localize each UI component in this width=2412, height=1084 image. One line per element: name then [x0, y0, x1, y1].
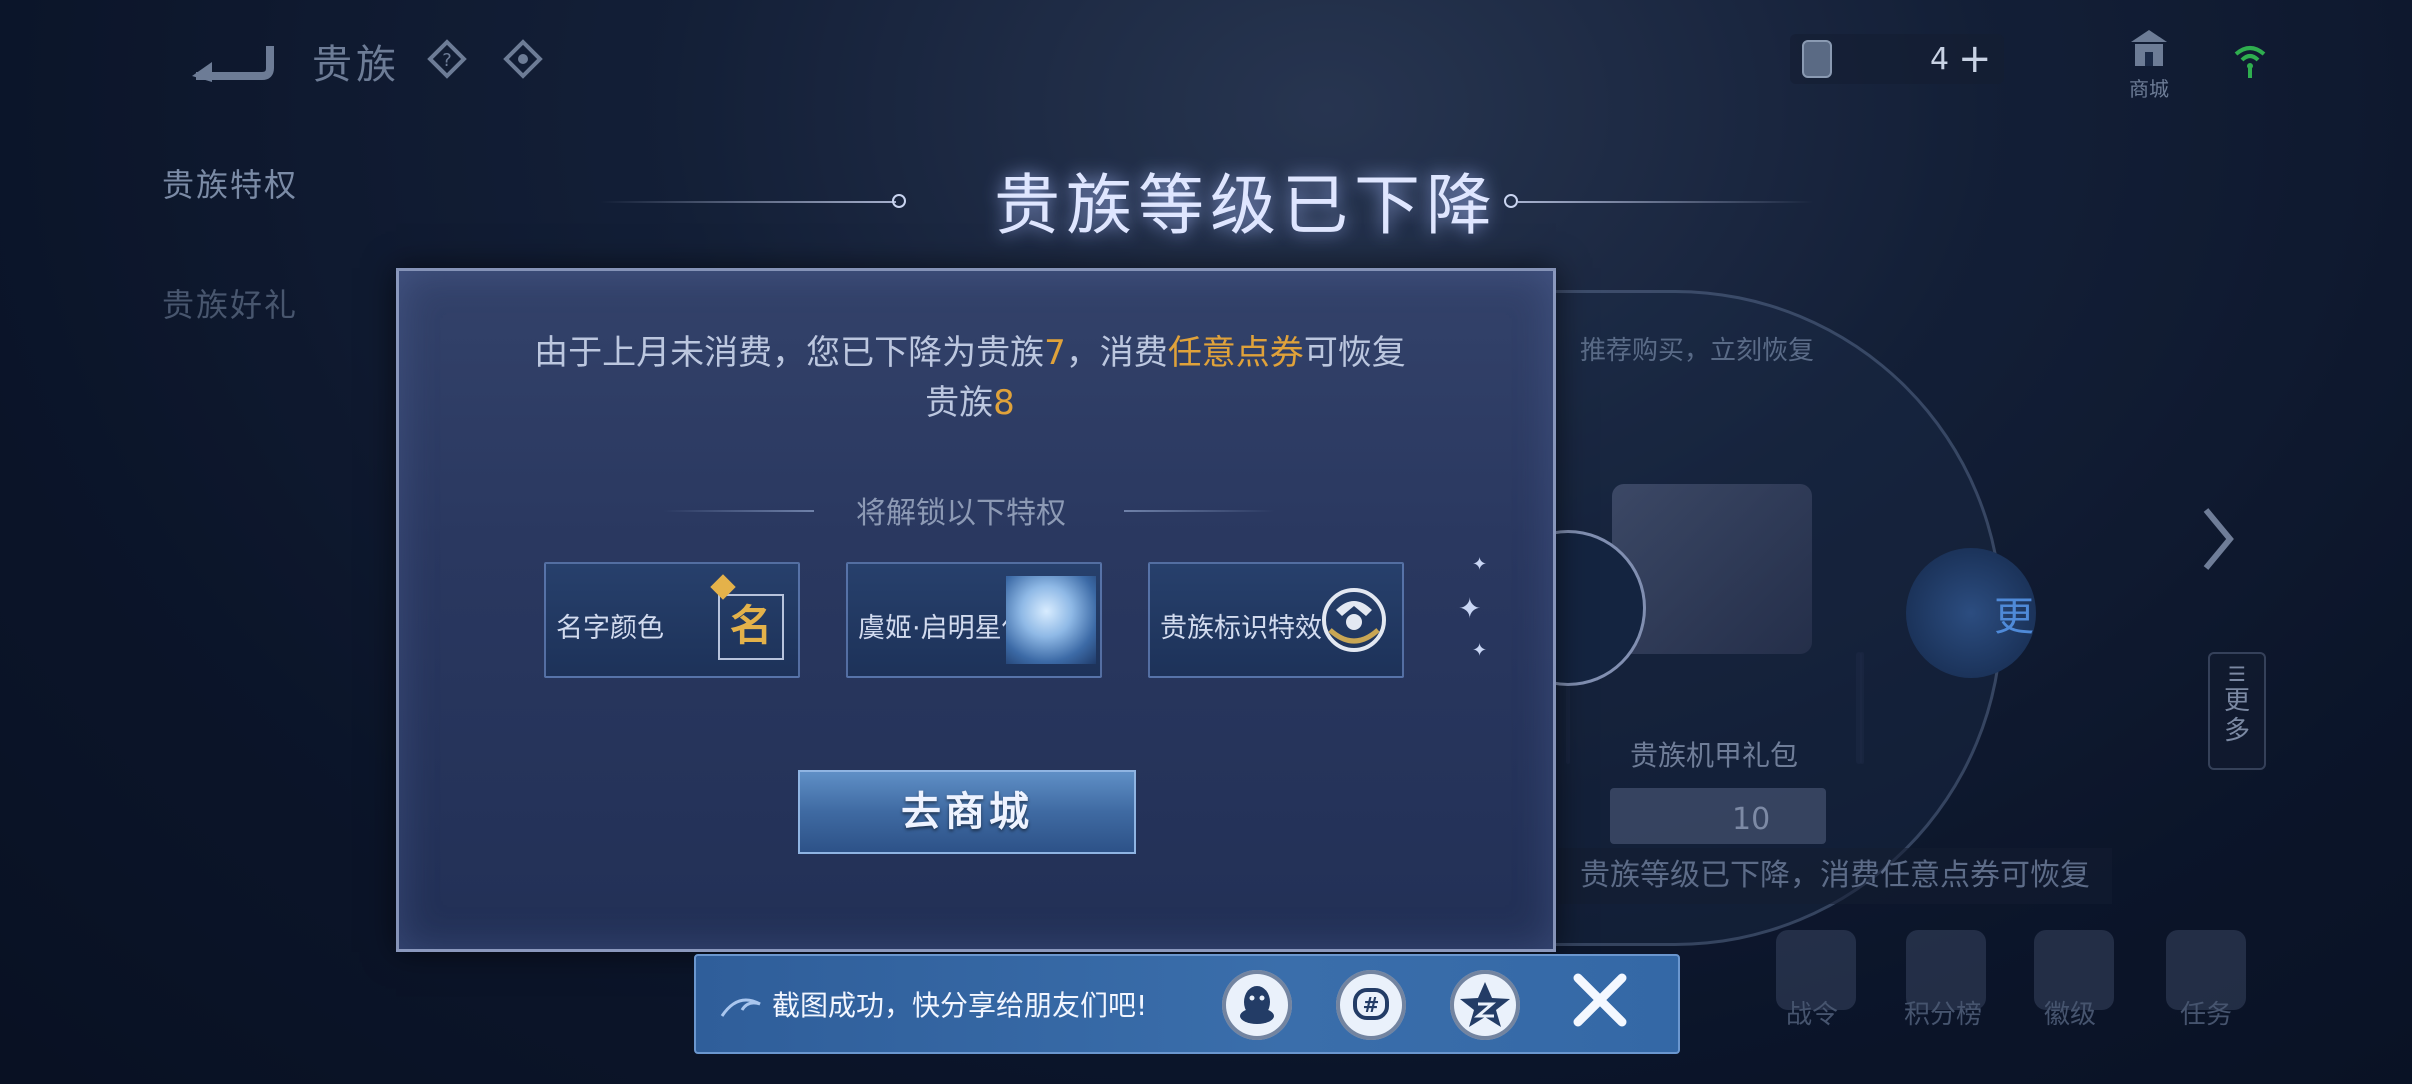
diamond-settings-icon[interactable]: [502, 38, 544, 80]
gift-pack-label: 贵族机甲礼包: [1630, 739, 1799, 772]
title-ornament-right: [1504, 194, 1518, 208]
back-arrow-icon[interactable]: [182, 38, 278, 82]
go-to-shop-button[interactable]: 去商城: [798, 770, 1136, 854]
privilege-name-color: 名字颜色 名: [544, 562, 800, 678]
moments-share-button[interactable]: #: [1336, 970, 1406, 1040]
bottom-nav-label: 战令: [1786, 1000, 1839, 1030]
sidebar-item-noble-privileges[interactable]: 贵族特权: [162, 160, 298, 206]
message-text: 可恢复: [1303, 333, 1406, 373]
voucher-count: 4: [1930, 42, 1950, 77]
privilege-label: 虞姬·启明星使: [858, 613, 1029, 644]
shop-button[interactable]: 商城: [2122, 28, 2176, 102]
qzone-share-button[interactable]: [1450, 970, 1520, 1040]
gift-price: 10: [1610, 788, 1826, 844]
paint-drop-icon: [710, 574, 736, 600]
message-text: 贵族: [925, 383, 994, 423]
page-title: 贵族: [312, 42, 400, 88]
bottom-nav-label: 徽级: [2044, 1000, 2097, 1030]
sparkle-icon: ✦: [1472, 554, 1488, 575]
noble-emblem-icon: [1322, 588, 1386, 652]
more-label: 更: [1994, 594, 2034, 640]
background-notice: 贵族等级已下降，消费任意点券可恢复: [1558, 848, 2112, 904]
svg-text:?: ?: [442, 50, 452, 71]
unlock-divider-left: [664, 510, 814, 512]
wifi-icon: [2234, 46, 2266, 78]
close-icon: [1573, 973, 1627, 1027]
wechat-moments-icon: #: [1353, 988, 1389, 1020]
more-list-button: ☰ 更多: [2208, 652, 2266, 770]
privilege-noble-emblem: 贵族标识特效: [1148, 562, 1404, 678]
hero-skin-portrait: [1006, 576, 1096, 664]
diamond-help-icon[interactable]: ?: [426, 38, 468, 80]
sparkle-icon: ✦: [1458, 592, 1482, 625]
sidebar-item-noble-gifts[interactable]: 贵族好礼: [162, 280, 298, 326]
title-divider-right: [1518, 201, 1814, 203]
name-badge-text: 名: [729, 601, 772, 650]
qzone-icon: [1460, 982, 1510, 1027]
share-message: 截图成功，快分享给朋友们吧!: [772, 989, 1148, 1022]
name-color-icon: 名: [710, 574, 784, 660]
any-voucher-highlight: 任意点券: [1167, 333, 1304, 373]
swirl-icon: [720, 998, 761, 1017]
bottom-nav-label: 积分榜: [1904, 1000, 1983, 1030]
more-list-label: 更多: [2223, 686, 2250, 746]
voucher-balance[interactable]: 4 +: [1790, 34, 2004, 84]
svg-text:#: #: [1363, 993, 1380, 1017]
list-icon: ☰: [2228, 662, 2246, 686]
background-card: [1860, 652, 1864, 764]
title-ornament-left: [892, 194, 906, 208]
privilege-label: 名字颜色: [556, 613, 664, 644]
background-banner: 推荐购买，立刻恢复: [1580, 336, 1815, 366]
close-share-button[interactable]: [1568, 968, 1632, 1032]
message-text: 由于上月未消费，您已下降为贵族: [534, 333, 1045, 373]
privilege-label: 贵族标识特效: [1160, 613, 1322, 644]
shop-icon: [2131, 30, 2167, 66]
qq-share-button[interactable]: [1222, 970, 1292, 1040]
unlock-heading: 将解锁以下特权: [856, 496, 1066, 531]
qq-icon: [1240, 986, 1274, 1024]
downgrade-message: 由于上月未消费，您已下降为贵族7，消费任意点券可恢复 贵族8: [430, 328, 1510, 428]
current-level: 7: [1044, 333, 1066, 373]
target-level: 8: [993, 383, 1015, 423]
add-voucher-button[interactable]: +: [1958, 36, 1992, 82]
sparkle-icon: ✦: [1472, 640, 1488, 661]
title-divider-left: [600, 201, 896, 203]
unlock-divider-right: [1124, 510, 1274, 512]
gift-price-value: 10: [1732, 802, 1771, 837]
chevron-right-icon: [2203, 508, 2234, 570]
message-text: ，消费: [1065, 333, 1168, 373]
privilege-hero-skin: 虞姬·启明星使: [846, 562, 1102, 678]
shop-label: 商城: [2129, 77, 2169, 101]
voucher-icon: [1802, 40, 1832, 78]
dialog-title: 贵族等级已下降: [994, 167, 1498, 244]
bottom-nav-label: 任务: [2180, 1000, 2233, 1030]
